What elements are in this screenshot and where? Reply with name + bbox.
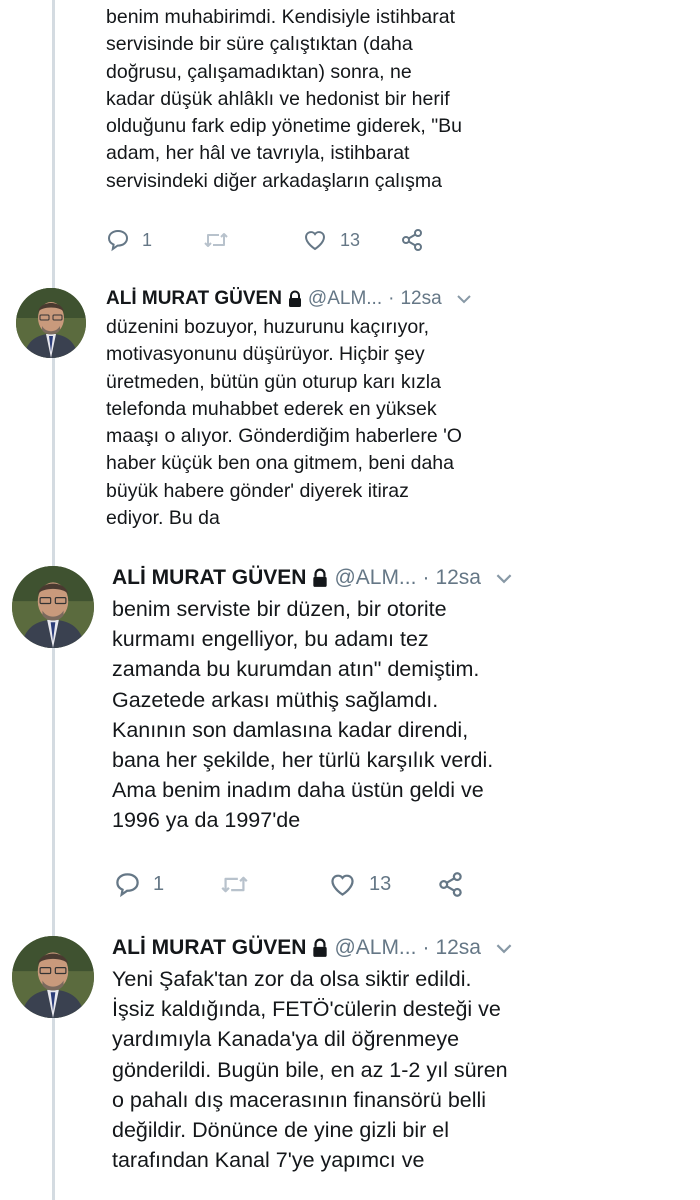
tweet-text: benim serviste bir düzen, bir otorite ku… [112,597,494,833]
author-name[interactable]: ALİ MURAT GÜVEN [106,288,282,310]
timestamp[interactable]: 12sa [435,566,481,590]
like-count: 13 [340,229,361,250]
tweet-actions: 1 13 [0,871,700,903]
retweet-icon [220,871,249,898]
share-button[interactable] [400,228,424,252]
tweet-text: Yeni Şafak'tan zor da olsa siktir edildi… [112,967,508,1173]
retweet-button[interactable] [203,228,229,252]
like-count: 13 [369,873,392,895]
author-handle[interactable]: @ALM... [334,566,416,590]
reply-button[interactable]: 1 [106,228,152,252]
timestamp[interactable]: 12sa [435,936,481,960]
author-name[interactable]: ALİ MURAT GÜVEN [112,936,306,960]
tweet-header: ALİ MURAT GÜVEN @ALM... · 12sa [112,936,513,960]
separator-dot: · [422,936,430,959]
avatar[interactable] [12,936,94,1018]
like-icon [302,228,328,252]
avatar[interactable] [12,566,94,648]
like-button[interactable]: 13 [302,228,360,252]
retweet-icon [203,228,229,252]
chevron-down-icon[interactable] [495,943,513,954]
author-name[interactable]: ALİ MURAT GÜVEN [112,566,306,590]
separator-dot: · [388,288,395,309]
avatar[interactable] [16,288,86,358]
separator-dot: · [422,566,430,589]
timestamp[interactable]: 12sa [400,288,441,310]
lock-icon [286,290,304,308]
tweet-text: düzenini bozuyor, huzurunu kaçırıyor, mo… [106,316,462,530]
author-handle[interactable]: @ALM... [308,288,382,310]
reply-icon [106,228,130,252]
reply-button[interactable]: 1 [114,871,164,898]
share-button[interactable] [437,871,464,898]
lock-icon [310,568,330,588]
lock-icon [310,938,330,958]
like-button[interactable]: 13 [328,871,391,898]
share-icon [437,871,464,898]
tweet-text: benim muhabirimdi. Kendisiyle istihbarat… [106,6,462,192]
share-icon [400,228,424,252]
reply-count: 1 [142,229,153,250]
tweet-actions: 1 13 [0,228,700,258]
tweet-header: ALİ MURAT GÜVEN @ALM... · 12sa [112,566,513,590]
retweet-button[interactable] [220,871,249,898]
tweet-header: ALİ MURAT GÜVEN @ALM... · 12sa [106,288,472,310]
author-handle[interactable]: @ALM... [334,936,416,960]
chevron-down-icon[interactable] [456,294,472,304]
reply-icon [114,871,141,898]
chevron-down-icon[interactable] [495,573,513,584]
like-icon [328,871,357,898]
reply-count: 1 [153,873,165,895]
